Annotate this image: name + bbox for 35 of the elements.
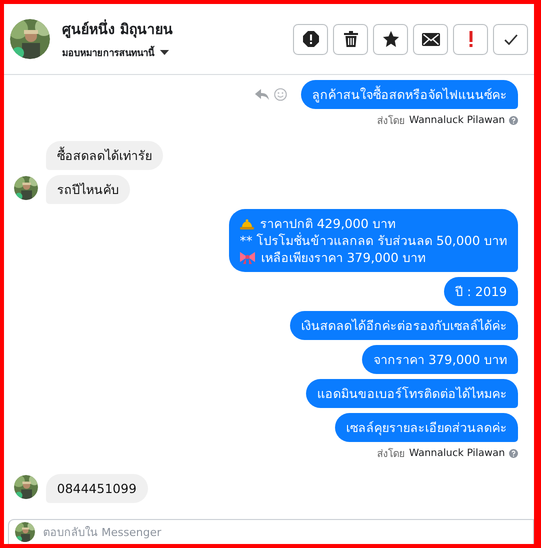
help-icon[interactable] <box>509 116 518 125</box>
alert-icon <box>302 31 318 47</box>
bow-icon <box>240 252 255 264</box>
contact-name: ศูนย์หนึ่ง มิถุนายน <box>62 18 293 40</box>
reply-field[interactable]: ตอบกลับใน Messenger <box>43 526 527 538</box>
message-bubble: จากราคา 379,000 บาท <box>362 345 518 374</box>
delete-button[interactable] <box>333 24 368 54</box>
message-bubble: รถปีไหนคับ <box>46 175 130 204</box>
sender-name: Wannaluck Pilawan <box>409 448 505 459</box>
spam-button[interactable] <box>293 24 328 54</box>
message-bubble: แอดมินขอเบอร์โทรติดต่อได้ไหมคะ <box>306 379 518 408</box>
message-bubble: ปี : 2019 <box>444 277 518 306</box>
message-bubble: เงินสดลดได้อีกค่ะต่อรองกับเซลล์ได้ค่ะ <box>290 311 518 340</box>
caret-icon[interactable] <box>160 50 169 55</box>
message-bubble: 0844451099 <box>46 474 148 503</box>
done-button[interactable] <box>493 24 528 54</box>
trash-icon <box>344 31 358 47</box>
bell-icon <box>240 217 254 230</box>
star-button[interactable] <box>373 24 408 54</box>
star-icon <box>382 31 398 47</box>
composer-bar[interactable]: ตอบกลับใน Messenger <box>8 519 534 544</box>
sender-name: Wannaluck Pilawan <box>409 115 505 126</box>
message-bubble: ราคาปกติ 429,000 บาท ** โปรโมชั่นข้าวแลกลด รับส่วนลด 50,000 บาท เหลือเพียงราคา 379,000 บาท <box>228 209 518 272</box>
important-button[interactable] <box>453 24 488 54</box>
help-icon[interactable] <box>509 449 518 458</box>
sent-by-label: ส่งโดย <box>377 447 406 461</box>
assign-link[interactable]: มอบหมายการสนทนานี้ <box>62 45 154 60</box>
message-bubble: ซื้อสดลดได้เท่ารัย <box>46 141 163 170</box>
message-bubble: ลูกค้าสนใจซื้อสดหรือจัดไฟแนนซ์คะ <box>301 80 518 109</box>
exclamation-icon <box>468 31 472 47</box>
check-icon <box>504 34 518 44</box>
envelope-icon <box>422 32 440 46</box>
message-bubble: เซลล์คุยรายละเอียดส่วนลดค่ะ <box>335 413 518 442</box>
sent-by-label: ส่งโดย <box>377 114 406 128</box>
unread-button[interactable] <box>413 24 448 54</box>
